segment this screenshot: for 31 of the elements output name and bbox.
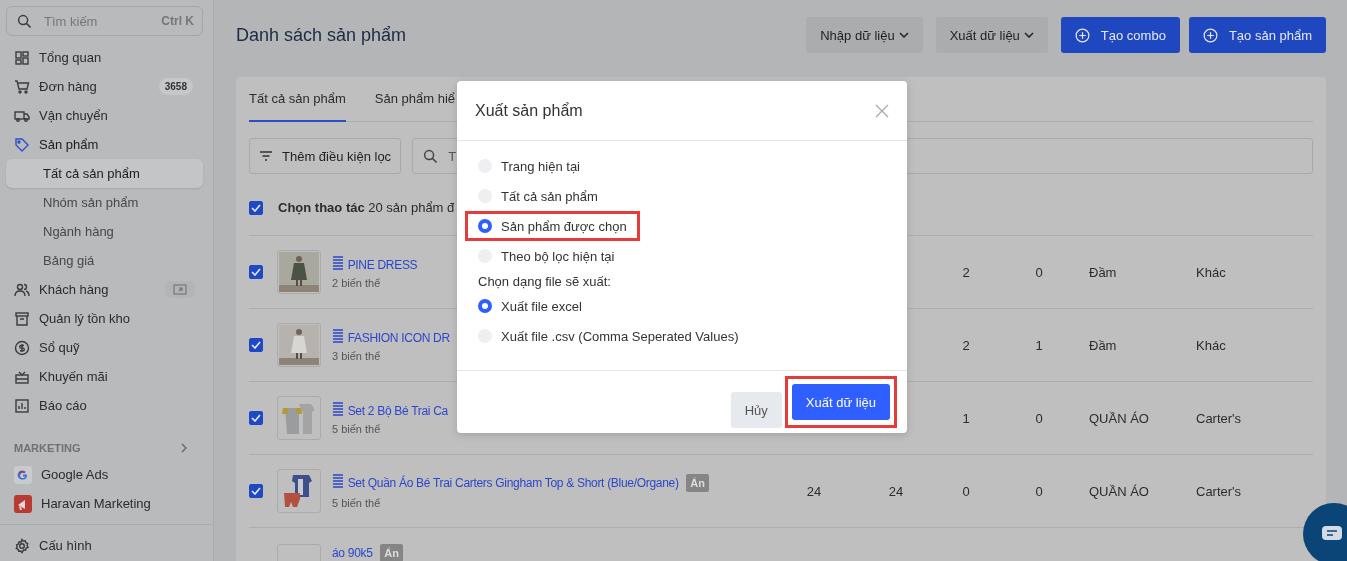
table-cell: QUẦN ÁO bbox=[1089, 483, 1149, 499]
shortcut-hint: Ctrl K bbox=[161, 14, 194, 28]
selection-summary: Chọn thao tác 20 sản phẩm đ bbox=[278, 200, 455, 215]
dialog-title: Xuất sản phẩm bbox=[475, 101, 583, 120]
section-title: MARKETING bbox=[14, 442, 81, 454]
variant-count: 2 biến thể bbox=[332, 277, 381, 289]
table-cell: Khác bbox=[1196, 337, 1226, 353]
table-cell: 1 bbox=[962, 410, 970, 426]
status-badge: Ẩn bbox=[380, 544, 403, 561]
table-cell: 24 bbox=[806, 483, 822, 499]
table-cell: Carter's bbox=[1196, 410, 1242, 426]
table-cell: 2 bbox=[962, 264, 970, 280]
table-cell: Khác bbox=[1196, 264, 1226, 280]
variant-count: 5 biến thể bbox=[332, 497, 381, 509]
table-cell: 2 bbox=[962, 337, 970, 353]
table-cell: Đầm bbox=[1089, 264, 1117, 280]
variant-count: 3 biến thể bbox=[332, 350, 381, 362]
table-cell: 24 bbox=[888, 483, 904, 499]
table-cell: 0 bbox=[1035, 483, 1043, 499]
table-cell: 0 bbox=[1035, 410, 1043, 426]
table-cell: Carter's bbox=[1196, 483, 1242, 499]
table-cell: QUẦN ÁO bbox=[1089, 410, 1149, 426]
count-badge: 3658 bbox=[158, 78, 193, 95]
page-title: Danh sách sản phẩm bbox=[236, 24, 407, 46]
table-cell: 1 bbox=[1035, 337, 1043, 353]
format-label: Chọn dạng file sẽ xuất: bbox=[477, 272, 612, 291]
table-cell: Đầm bbox=[1089, 337, 1117, 353]
table-cell: 0 bbox=[962, 483, 970, 499]
status-badge: Ẩn bbox=[686, 474, 709, 492]
table-cell: 0 bbox=[1035, 264, 1043, 280]
variant-count: 5 biến thể bbox=[332, 423, 381, 435]
